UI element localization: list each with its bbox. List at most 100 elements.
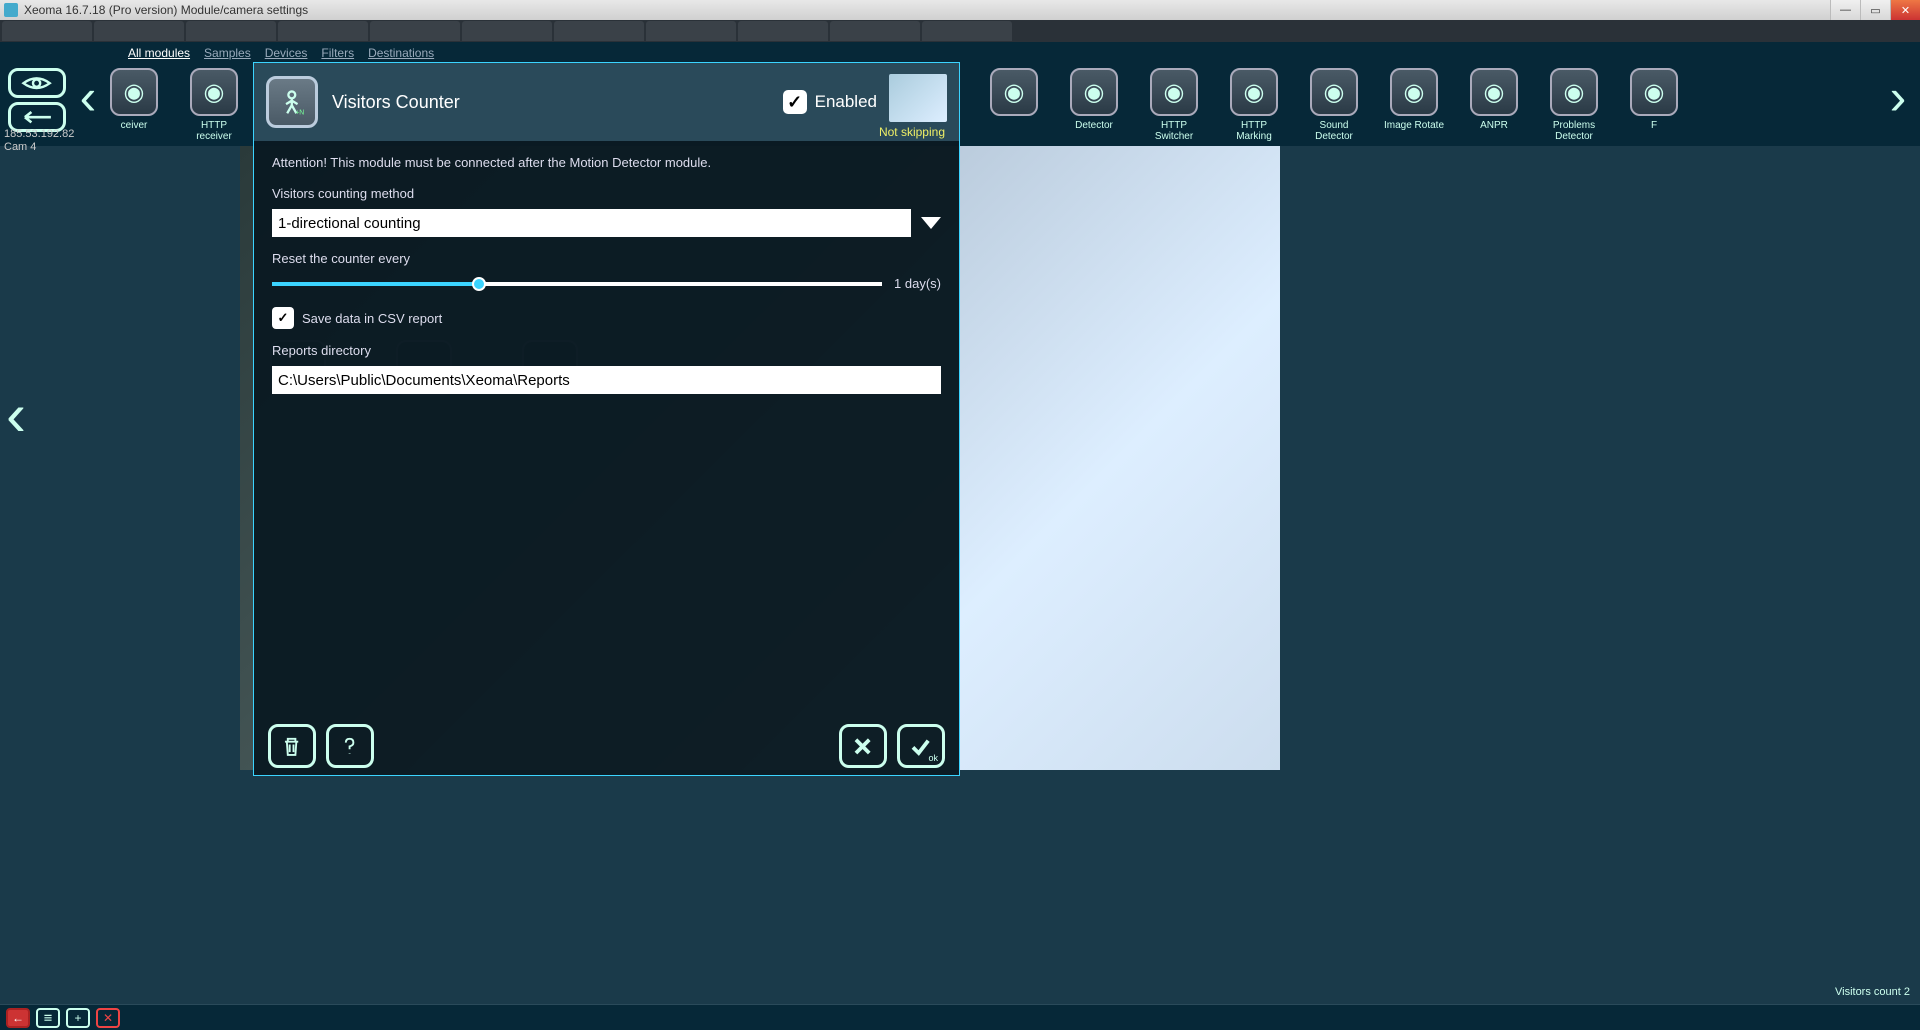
- maximize-button[interactable]: ▭: [1860, 0, 1890, 20]
- menu-all-modules[interactable]: All modules: [128, 46, 190, 60]
- module-label: F: [1651, 120, 1657, 131]
- window-title: Xeoma 16.7.18 (Pro version) Module/camer…: [24, 3, 308, 17]
- question-icon: [337, 735, 362, 758]
- browser-tab[interactable]: [2, 21, 92, 41]
- bottom-list-button[interactable]: [36, 1008, 60, 1028]
- ok-button[interactable]: ok: [897, 724, 945, 768]
- browser-tab[interactable]: [370, 21, 460, 41]
- menu-destinations[interactable]: Destinations: [368, 46, 434, 60]
- browser-tab[interactable]: [462, 21, 552, 41]
- menu-filters[interactable]: Filters: [321, 46, 354, 60]
- module-icon: ◉: [1070, 68, 1118, 116]
- browser-tab[interactable]: [186, 21, 276, 41]
- toolbar-module[interactable]: ◉ANPR: [1462, 68, 1526, 131]
- app-logo-icon: [4, 3, 18, 17]
- menu-devices[interactable]: Devices: [265, 46, 308, 60]
- toolbar-module[interactable]: ◉ Image Rotate: [1382, 68, 1446, 131]
- enabled-label: Enabled: [815, 92, 877, 112]
- module-label: Image Rotate: [1384, 120, 1444, 131]
- counting-method-select[interactable]: [272, 209, 911, 237]
- delete-button[interactable]: [268, 724, 316, 768]
- bottom-add-button[interactable]: +: [66, 1008, 90, 1028]
- dialog-title: Visitors Counter: [332, 92, 460, 113]
- dialog-status: Not skipping: [879, 125, 945, 139]
- module-icon: ◉: [1630, 68, 1678, 116]
- close-button[interactable]: ✕: [1890, 0, 1920, 20]
- close-icon: [850, 735, 875, 758]
- module-icon: ◉: [1230, 68, 1278, 116]
- bottom-toolbar: ← + ✕: [0, 1004, 1920, 1030]
- eye-icon: [21, 76, 52, 90]
- toolbar-next-button[interactable]: ›: [1884, 68, 1912, 126]
- svg-text:+N: +N: [295, 110, 304, 116]
- toolbar-module[interactable]: ◉ Problems Detector: [1542, 68, 1606, 142]
- browser-tab[interactable]: [646, 21, 736, 41]
- module-icon: ◉: [190, 68, 238, 116]
- list-icon: [42, 1013, 54, 1023]
- module-label: ANPR: [1480, 120, 1508, 131]
- toolbar-module[interactable]: ◉Sound Detector: [1302, 68, 1366, 142]
- bottom-delete-button[interactable]: ✕: [96, 1008, 120, 1028]
- save-csv-checkbox[interactable]: ✓: [272, 307, 294, 329]
- module-label: Sound Detector: [1302, 120, 1366, 142]
- dialog-warning: Attention! This module must be connected…: [272, 155, 941, 170]
- browser-tab[interactable]: [278, 21, 368, 41]
- enabled-checkbox[interactable]: ✓: [783, 90, 807, 114]
- dialog-header: +N Visitors Counter ✓ Enabled Not skippi…: [254, 63, 959, 141]
- ok-label: ok: [928, 753, 938, 763]
- camera-view-right[interactable]: [960, 146, 1280, 770]
- reports-directory-input[interactable]: [272, 366, 941, 394]
- toolbar-module[interactable]: ◉F: [1622, 68, 1686, 131]
- module-label: HTTP Marking: [1222, 120, 1286, 142]
- toolbar-module[interactable]: ◉ ceiver: [102, 68, 166, 131]
- browser-tab[interactable]: [830, 21, 920, 41]
- trash-icon: [279, 735, 304, 758]
- module-icon: ◉: [990, 68, 1038, 116]
- dialog-footer: ok: [254, 717, 959, 775]
- menu-samples[interactable]: Samples: [204, 46, 251, 60]
- module-menu: All modules Samples Devices Filters Dest…: [0, 42, 1920, 64]
- module-label: ceiver: [121, 120, 148, 131]
- module-label: Detector: [1075, 120, 1113, 131]
- prev-camera-button[interactable]: ‹: [6, 380, 26, 449]
- toolbar-module[interactable]: ◉ HTTP Marking: [1222, 68, 1286, 142]
- toolbar-module[interactable]: ◉ HTTP receiver: [182, 68, 246, 142]
- camera-name: Cam 4: [4, 141, 74, 154]
- browser-tab[interactable]: [554, 21, 644, 41]
- reset-counter-label: Reset the counter every: [272, 251, 941, 266]
- view-mode-button[interactable]: [8, 68, 66, 98]
- window-titlebar: Xeoma 16.7.18 (Pro version) Module/camer…: [0, 0, 1920, 20]
- browser-tab-strip: [0, 20, 1920, 42]
- module-label: Problems Detector: [1542, 120, 1606, 142]
- help-button[interactable]: [326, 724, 374, 768]
- toolbar-module[interactable]: ◉ Detector: [1062, 68, 1126, 131]
- dropdown-arrow-icon[interactable]: [921, 217, 941, 229]
- module-label: HTTP Switcher: [1142, 120, 1206, 142]
- toolbar-module[interactable]: ◉: [982, 68, 1046, 120]
- module-icon: ◉: [1150, 68, 1198, 116]
- counting-method-label: Visitors counting method: [272, 186, 941, 201]
- dialog-body: Attention! This module must be connected…: [254, 141, 959, 717]
- toolbar-prev-button[interactable]: ‹: [74, 68, 102, 126]
- browser-tab[interactable]: [738, 21, 828, 41]
- person-counter-icon: +N: [278, 88, 306, 116]
- toolbar-module[interactable]: ◉ HTTP Switcher: [1142, 68, 1206, 142]
- camera-info: 185.53.192.82 Cam 4: [4, 128, 74, 154]
- module-icon: ◉: [1390, 68, 1438, 116]
- reset-interval-slider[interactable]: [272, 282, 882, 286]
- browser-tab[interactable]: [922, 21, 1012, 41]
- arrow-left-icon: [21, 110, 52, 124]
- reset-interval-value: 1 day(s): [894, 276, 941, 291]
- bottom-back-button[interactable]: ←: [6, 1008, 30, 1028]
- minimize-button[interactable]: —: [1830, 0, 1860, 20]
- dialog-preview-thumbnail: [889, 74, 947, 122]
- browser-tab[interactable]: [94, 21, 184, 41]
- visitors-count-label: Visitors count 2: [1835, 986, 1910, 998]
- module-label: HTTP receiver: [182, 120, 246, 142]
- cancel-button[interactable]: [839, 724, 887, 768]
- module-icon: ◉: [1550, 68, 1598, 116]
- camera-ip: 185.53.192.82: [4, 128, 74, 141]
- visitors-counter-dialog: +N Visitors Counter ✓ Enabled Not skippi…: [253, 62, 960, 776]
- module-icon: ◉: [110, 68, 158, 116]
- visitors-counter-icon: +N: [266, 76, 318, 128]
